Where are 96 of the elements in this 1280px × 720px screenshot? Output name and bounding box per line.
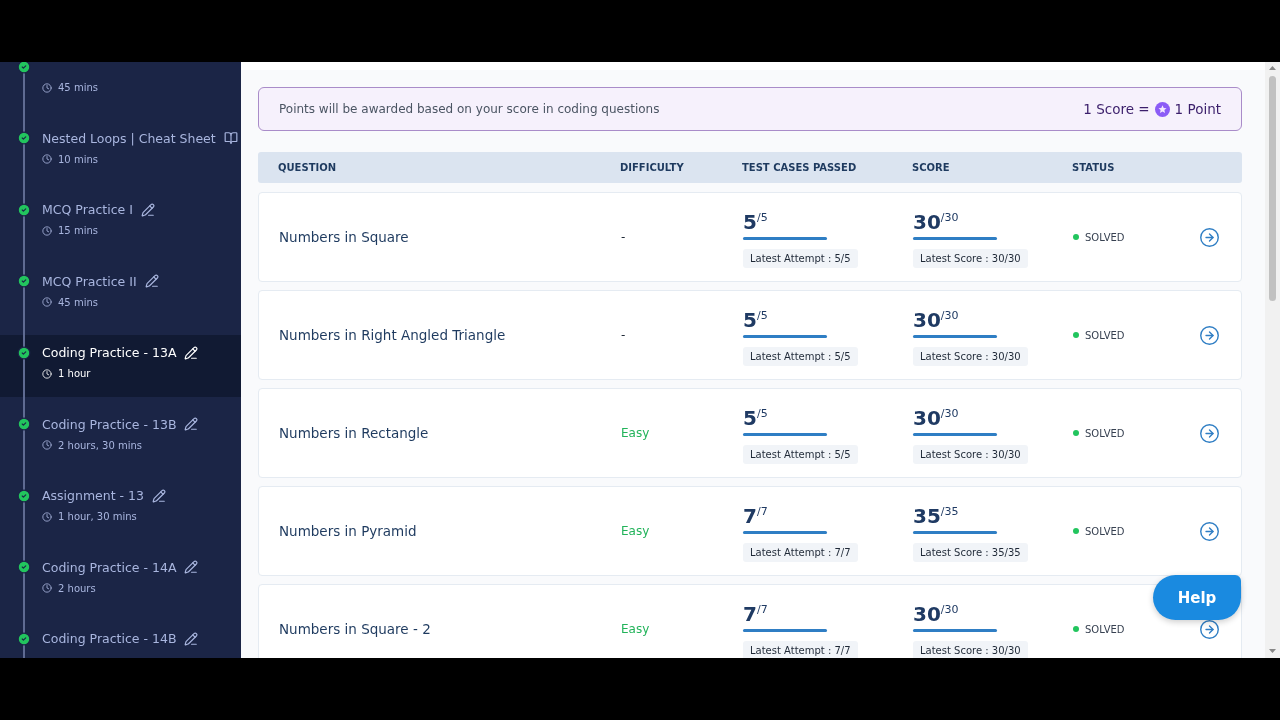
sidebar-item[interactable]: 45 mins	[0, 62, 241, 120]
item-title: Coding Practice - 14B	[42, 631, 177, 646]
open-arrow-button[interactable]	[1199, 520, 1221, 542]
difficulty-text: -	[621, 230, 627, 244]
latest-pill: Latest Attempt : 7/7	[743, 542, 858, 562]
question-row[interactable]: Numbers in Pyramid Easy 7$^{/7}$ Latest Attempt : 7/7 35$^{/35}$ Latest Score : 35/35 SOLVED	[258, 486, 1242, 576]
value-text: 30$^{/30}$	[913, 600, 959, 626]
duration-text: 15 mins	[58, 225, 98, 236]
question-row[interactable]: Numbers in Square - 5$^{/5}$ Latest Attempt : 5/5 30$^{/30}$ Latest Score : 30/30 SOLVED	[258, 192, 1242, 282]
clock-icon	[42, 440, 52, 450]
status-text: SOLVED	[1085, 231, 1125, 243]
value-text: 30$^{/30}$	[913, 404, 959, 430]
sidebar-item[interactable]: MCQ Practice II 45 mins	[0, 263, 241, 335]
latest-pill: Latest Attempt : 5/5	[743, 444, 858, 464]
item-title: Coding Practice - 14A	[42, 559, 177, 575]
open-arrow-button[interactable]	[1199, 422, 1221, 444]
value-text: 30$^{/30}$	[913, 208, 959, 234]
help-button[interactable]: Help	[1153, 575, 1241, 620]
latest-pill: Latest Score : 30/30	[913, 640, 1028, 658]
value-text: 35$^{/35}$	[913, 502, 959, 528]
item-title: Coding Practice - 13B	[42, 416, 177, 432]
open-arrow-button[interactable]	[1199, 324, 1221, 346]
item-title: Nested Loops | Cheat Sheet	[42, 130, 216, 146]
duration-text: 45 mins	[58, 296, 98, 308]
open-arrow-button[interactable]	[1199, 226, 1221, 248]
item-title: Coding Practice - 13A	[42, 345, 177, 360]
clock-icon	[42, 82, 52, 93]
latest-pill: Latest Attempt : 5/5	[743, 248, 858, 268]
star-coin-icon	[1154, 101, 1170, 117]
item-title: Assignment - 13	[42, 488, 144, 503]
banner-text: Points will be awarded based on your score in coding questions	[279, 102, 660, 116]
column-header: STATUS	[1072, 162, 1116, 173]
question-title: Numbers in Right Angled Triangle	[279, 327, 507, 343]
difficulty-text: -	[621, 328, 627, 342]
sidebar-item[interactable]: Coding Practice - 14B	[0, 620, 241, 658]
column-header: QUESTION	[278, 162, 338, 173]
question-title: Numbers in Square	[279, 229, 410, 245]
status-text: SOLVED	[1085, 427, 1125, 439]
difficulty-text: Easy	[621, 524, 651, 538]
sidebar-item[interactable]: Coding Practice - 13A 1 hour	[0, 334, 241, 397]
value-text: 7$^{/7}$	[743, 600, 768, 626]
latest-pill: Latest Attempt : 7/7	[743, 640, 858, 658]
clock-icon	[42, 511, 52, 522]
duration-text: 1 hour	[58, 368, 91, 379]
column-header: DIFFICULTY	[620, 162, 685, 173]
clock-icon	[42, 154, 52, 164]
scrollbar[interactable]	[1265, 62, 1280, 658]
difficulty-text: Easy	[621, 622, 651, 636]
pencil-icon	[184, 631, 199, 646]
clock-icon	[42, 583, 52, 593]
pencil-icon	[144, 274, 159, 288]
question-title: Numbers in Pyramid	[279, 523, 418, 539]
latest-pill: Latest Score : 30/30	[913, 248, 1028, 268]
book-icon	[223, 131, 238, 145]
value-text: 5$^{/5}$	[743, 306, 768, 332]
clock-icon	[42, 225, 52, 236]
status-text: SOLVED	[1085, 329, 1125, 341]
score-label: 1 Score =	[1083, 101, 1150, 117]
duration-text: 2 hours, 30 mins	[58, 439, 142, 451]
status-text: SOLVED	[1085, 525, 1125, 537]
duration-text: 10 mins	[58, 153, 98, 165]
value-text: 5$^{/5}$	[743, 208, 768, 234]
duration-text: 45 mins	[58, 82, 98, 93]
sidebar-item[interactable]: Nested Loops | Cheat Sheet 10 mins	[0, 120, 241, 192]
duration-text: 2 hours	[58, 582, 96, 594]
status-text: SOLVED	[1085, 623, 1125, 635]
pencil-icon	[184, 560, 199, 574]
question-title: Numbers in Square - 2	[279, 621, 432, 637]
sidebar-item[interactable]: Coding Practice - 14A 2 hours	[0, 549, 241, 621]
sidebar-item[interactable]: Assignment - 13 1 hour, 30 mins	[0, 477, 241, 549]
item-title: MCQ Practice I	[42, 202, 133, 217]
question-title: Numbers in Rectangle	[279, 425, 430, 441]
clock-icon	[42, 368, 52, 379]
latest-pill: Latest Attempt : 5/5	[743, 346, 858, 366]
value-text: 30$^{/30}$	[913, 306, 959, 332]
open-arrow-button[interactable]	[1199, 618, 1221, 640]
item-title: MCQ Practice II	[42, 273, 137, 289]
latest-pill: Latest Score : 35/35	[913, 542, 1028, 562]
difficulty-text: Easy	[621, 426, 651, 440]
question-row[interactable]: Numbers in Right Angled Triangle - 5$^{/5}$ Latest Attempt : 5/5 30$^{/30}$ Latest Score : 30/30 SOLVED	[258, 290, 1242, 380]
value-text: 7$^{/7}$	[743, 502, 768, 528]
question-row[interactable]: Numbers in Rectangle Easy 5$^{/5}$ Latest Attempt : 5/5 30$^{/30}$ Latest Score : 30/30 SOLVED	[258, 388, 1242, 478]
column-header: TEST CASES PASSED	[742, 162, 858, 173]
column-header: SCORE	[912, 162, 951, 173]
latest-pill: Latest Score : 30/30	[913, 444, 1028, 464]
pencil-icon	[184, 417, 199, 431]
pencil-icon	[140, 202, 155, 217]
point-label: 1 Point	[1174, 101, 1221, 117]
duration-text: 1 hour, 30 mins	[58, 511, 137, 522]
sidebar-item[interactable]: Coding Practice - 13B 2 hours, 30 mins	[0, 406, 241, 478]
pencil-icon	[151, 488, 166, 503]
clock-icon	[42, 297, 52, 307]
sidebar-item[interactable]: MCQ Practice I 15 mins	[0, 191, 241, 263]
value-text: 5$^{/5}$	[743, 404, 768, 430]
latest-pill: Latest Score : 30/30	[913, 346, 1028, 366]
pencil-icon	[184, 345, 199, 360]
